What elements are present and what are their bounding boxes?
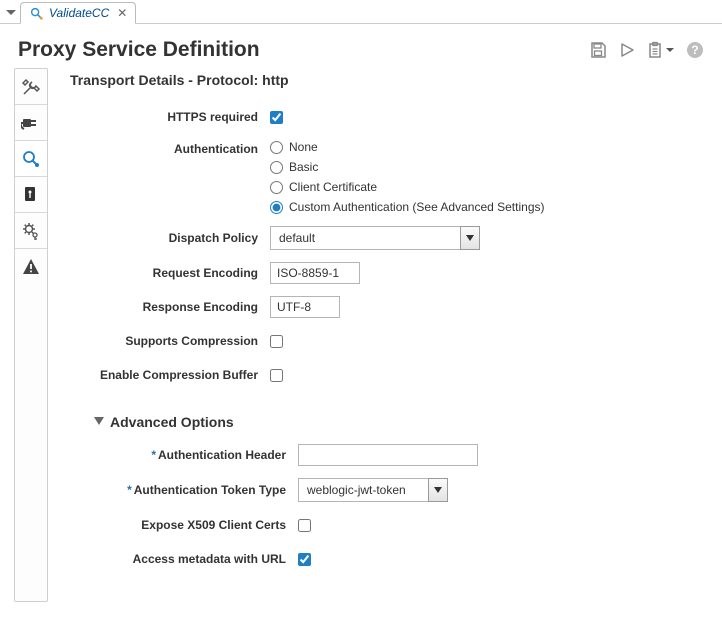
- auth-label-none: None: [289, 140, 318, 154]
- header-toolbar: ?: [589, 41, 704, 59]
- document-key-icon: [21, 185, 41, 205]
- label-access-metadata-url: Access metadata with URL: [98, 550, 298, 568]
- page-header: Proxy Service Definition: [0, 24, 722, 68]
- run-button[interactable]: [619, 42, 635, 58]
- help-icon: ?: [686, 41, 704, 59]
- side-tab-security[interactable]: [15, 213, 47, 249]
- auth-option-none[interactable]: None: [270, 140, 704, 154]
- label-auth-token-type: *Authentication Token Type: [98, 481, 298, 499]
- dispatch-policy-select[interactable]: [270, 226, 704, 250]
- label-authentication: Authentication: [70, 140, 270, 158]
- row-authentication: Authentication None Basic Client Certifi…: [70, 140, 704, 214]
- caret-down-icon: [466, 235, 474, 241]
- auth-token-type-value[interactable]: [298, 478, 428, 502]
- side-tab-transport[interactable]: [15, 105, 47, 141]
- side-tab-transport-details[interactable]: [15, 141, 47, 177]
- row-expose-x509: Expose X509 Client Certs: [98, 514, 704, 536]
- side-tab-message[interactable]: [15, 177, 47, 213]
- tab-list-dropdown[interactable]: [2, 1, 20, 23]
- side-tab-alerts[interactable]: [15, 249, 47, 285]
- row-https-required: HTTPS required: [70, 106, 704, 128]
- search-key-icon: [21, 149, 41, 169]
- enable-compression-buffer-checkbox[interactable]: [270, 369, 283, 382]
- tab-label: ValidateCC: [49, 6, 109, 20]
- label-dispatch-policy: Dispatch Policy: [70, 229, 270, 247]
- gear-key-icon: [21, 221, 41, 241]
- tab-validatecc[interactable]: ValidateCC ✕: [20, 2, 136, 24]
- auth-radio-custom[interactable]: [270, 201, 283, 214]
- row-request-encoding: Request Encoding: [70, 262, 704, 284]
- auth-token-type-dropdown-button[interactable]: [428, 478, 448, 502]
- side-tabs: [14, 68, 48, 602]
- label-response-encoding: Response Encoding: [70, 298, 270, 316]
- label-expose-x509: Expose X509 Client Certs: [98, 516, 298, 534]
- row-auth-token-type: *Authentication Token Type: [98, 478, 704, 502]
- main-area: Transport Details - Protocol: http HTTPS…: [0, 68, 722, 602]
- caret-down-icon: [434, 487, 442, 493]
- auth-option-basic[interactable]: Basic: [270, 160, 704, 174]
- dispatch-policy-dropdown-button[interactable]: [460, 226, 480, 250]
- clipboard-icon: [647, 41, 663, 59]
- label-request-encoding: Request Encoding: [70, 264, 270, 282]
- clipboard-menu-button[interactable]: [647, 41, 674, 59]
- label-https-required: HTTPS required: [70, 108, 270, 126]
- access-metadata-url-checkbox[interactable]: [298, 553, 311, 566]
- auth-label-client-cert: Client Certificate: [289, 180, 377, 194]
- svg-text:?: ?: [691, 43, 698, 57]
- auth-radio-client-cert[interactable]: [270, 181, 283, 194]
- editor-tabbar: ValidateCC ✕: [0, 0, 722, 24]
- request-encoding-input[interactable]: [270, 262, 360, 284]
- label-auth-header: *Authentication Header: [98, 446, 298, 464]
- auth-radio-basic[interactable]: [270, 161, 283, 174]
- plug-icon: [21, 113, 41, 133]
- save-button[interactable]: [589, 41, 607, 59]
- dispatch-policy-value[interactable]: [270, 226, 460, 250]
- advanced-options-header[interactable]: Advanced Options: [94, 414, 704, 430]
- row-response-encoding: Response Encoding: [70, 296, 704, 318]
- caret-down-icon: [666, 48, 674, 52]
- response-encoding-input[interactable]: [270, 296, 340, 318]
- tab-close-button[interactable]: ✕: [117, 6, 127, 20]
- disclosure-icon: [94, 417, 104, 427]
- floppy-icon: [589, 41, 607, 59]
- auth-header-input[interactable]: [298, 444, 478, 466]
- tools-icon: [21, 77, 41, 97]
- row-supports-compression: Supports Compression: [70, 330, 704, 352]
- section-title: Transport Details - Protocol: http: [70, 72, 704, 88]
- caret-down-icon: [6, 10, 16, 15]
- auth-token-type-select[interactable]: [298, 478, 704, 502]
- supports-compression-checkbox[interactable]: [270, 335, 283, 348]
- row-auth-header: *Authentication Header: [98, 444, 704, 466]
- warning-icon: [21, 257, 41, 277]
- expose-x509-checkbox[interactable]: [298, 519, 311, 532]
- proxy-service-tab-icon: [29, 6, 43, 20]
- advanced-options-title: Advanced Options: [110, 414, 234, 430]
- auth-label-basic: Basic: [289, 160, 318, 174]
- https-required-checkbox[interactable]: [270, 111, 283, 124]
- row-access-metadata-url: Access metadata with URL: [98, 548, 704, 570]
- label-enable-compression-buffer: Enable Compression Buffer: [70, 366, 270, 384]
- page-title: Proxy Service Definition: [18, 38, 260, 62]
- auth-option-client-cert[interactable]: Client Certificate: [270, 180, 704, 194]
- row-dispatch-policy: Dispatch Policy: [70, 226, 704, 250]
- label-supports-compression: Supports Compression: [70, 332, 270, 350]
- side-tab-general[interactable]: [15, 69, 47, 105]
- auth-radio-none[interactable]: [270, 141, 283, 154]
- row-enable-compression-buffer: Enable Compression Buffer: [70, 364, 704, 386]
- auth-label-custom: Custom Authentication (See Advanced Sett…: [289, 200, 545, 214]
- help-button[interactable]: ?: [686, 41, 704, 59]
- play-icon: [619, 42, 635, 58]
- auth-option-custom[interactable]: Custom Authentication (See Advanced Sett…: [270, 200, 704, 214]
- content-panel: Transport Details - Protocol: http HTTPS…: [48, 68, 722, 602]
